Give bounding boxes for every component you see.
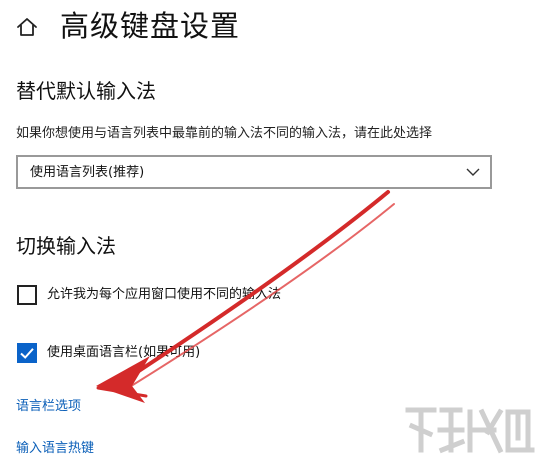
checkmark-icon: [20, 348, 34, 359]
override-ime-description: 如果你想使用与语言列表中最靠前的输入法不同的输入法，请在此处选择: [16, 126, 433, 141]
override-ime-heading: 替代默认输入法: [16, 79, 156, 103]
chevron-down-icon: [466, 168, 480, 176]
dropdown-selected-value: 使用语言列表(推荐): [30, 165, 145, 180]
desktop-langbar-label[interactable]: 使用桌面语言栏(如果可用): [47, 342, 200, 364]
per-app-ime-label[interactable]: 允许我为每个应用窗口使用不同的输入法: [47, 284, 281, 306]
page-title: 高级键盘设置: [60, 9, 241, 43]
desktop-langbar-checkbox[interactable]: [17, 343, 37, 363]
home-icon[interactable]: [14, 14, 40, 40]
per-app-ime-checkbox[interactable]: [17, 285, 37, 305]
input-hotkeys-link[interactable]: 输入语言热键: [16, 438, 94, 460]
watermark-logo: [405, 407, 535, 454]
switch-ime-heading: 切换输入法: [16, 234, 116, 258]
default-ime-dropdown[interactable]: 使用语言列表(推荐): [16, 155, 492, 189]
langbar-options-link[interactable]: 语言栏选项: [16, 396, 81, 418]
